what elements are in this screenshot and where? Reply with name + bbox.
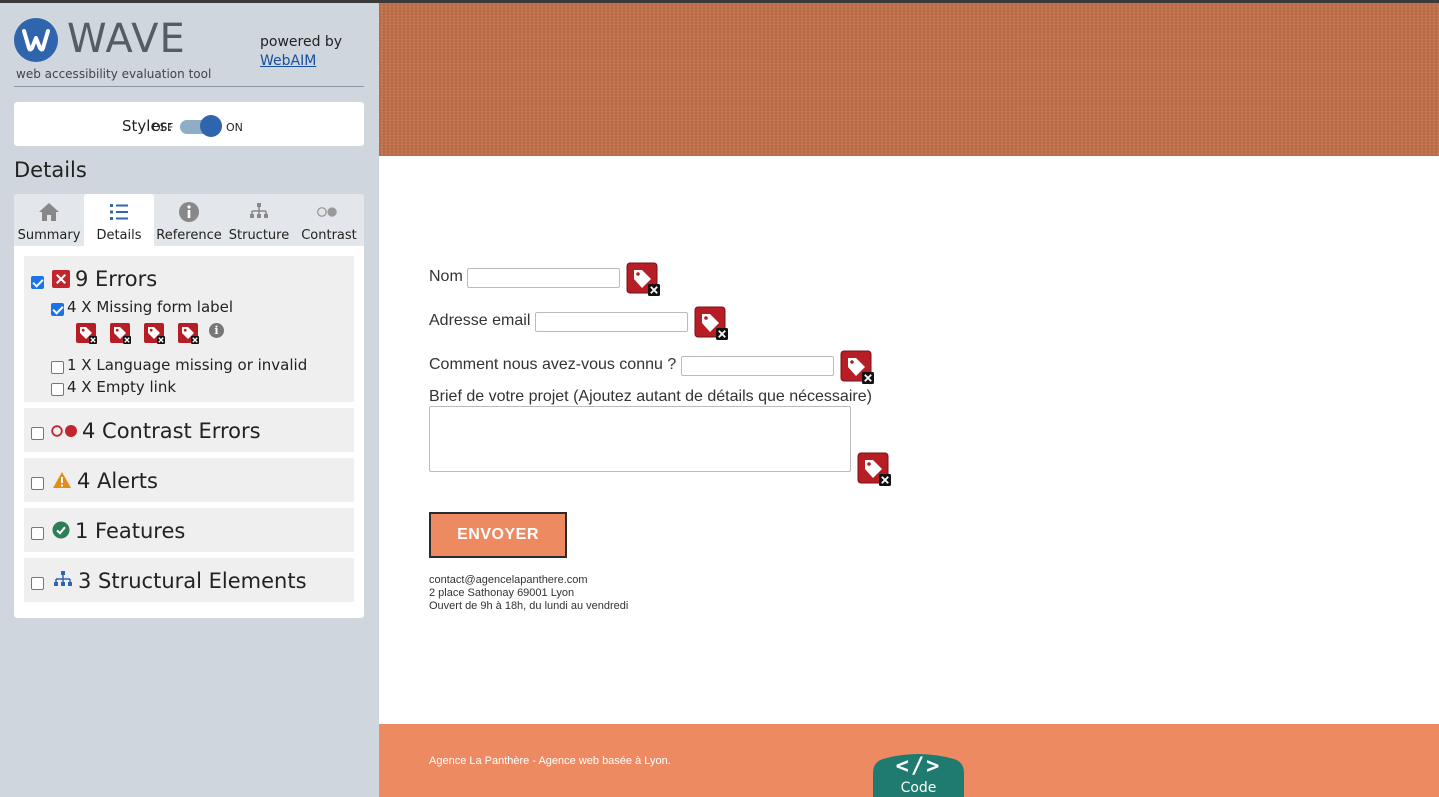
home-icon [39, 203, 59, 221]
page-header-banner [379, 3, 1439, 156]
missing-form-label-checkbox[interactable] [51, 303, 64, 316]
alerts-label: 4 Alerts [77, 469, 158, 493]
window-top-border [0, 0, 1439, 3]
feature-check-icon [52, 521, 70, 539]
code-button-label: Code [900, 780, 937, 796]
missing-label-tag-icon[interactable] [840, 350, 874, 384]
name-input[interactable] [467, 268, 620, 288]
error-icon [52, 270, 70, 288]
wave-subtitle: web accessibility evaluation tool [16, 67, 212, 81]
tab-bar: Summary Details Reference Structure Cont… [14, 194, 364, 246]
wave-logo-icon [14, 18, 58, 62]
styles-toggle-box: Styles: OFF ON [14, 102, 364, 146]
missing-label-tag-icon[interactable] [109, 322, 131, 344]
tab-label: Structure [228, 228, 290, 243]
details-panel: 9 Errors 4 X Missing form label i 1 X La… [14, 246, 364, 618]
features-group: 1 Features [24, 508, 354, 552]
tab-label: Contrast [301, 228, 357, 243]
structure-icon [54, 571, 72, 586]
styles-on-label: ON [226, 121, 243, 134]
code-icon: </> [895, 754, 942, 779]
contact-email: contact@agencelapanthere.com [429, 574, 588, 586]
empty-link-checkbox[interactable] [51, 383, 64, 396]
contact-hours: Ouvert de 9h à 18h, du lundi au vendredi [429, 600, 629, 612]
tab-summary[interactable]: Summary [14, 194, 84, 246]
tab-contrast[interactable]: Contrast [294, 194, 364, 246]
missing-label-tag-icon[interactable] [177, 322, 199, 344]
errors-label: 9 Errors [75, 267, 158, 291]
divider [14, 86, 364, 87]
missing-label-tag-icon[interactable] [857, 452, 891, 486]
contrast-errors-checkbox[interactable] [31, 427, 44, 440]
missing-label-tag-icon[interactable] [626, 262, 660, 296]
contrast-icon [51, 425, 77, 437]
wave-title: WAVE [67, 16, 186, 62]
source-input[interactable] [681, 356, 834, 376]
structural-elements-checkbox[interactable] [31, 577, 44, 590]
contrast-icon [317, 207, 337, 217]
styles-off-label: OFF [152, 121, 174, 134]
tab-details[interactable]: Details [84, 194, 154, 246]
missing-label-tag-icon[interactable] [75, 322, 97, 344]
styles-toggle-knob[interactable] [200, 115, 222, 137]
language-missing-text: 1 X Language missing or invalid [67, 356, 308, 374]
structural-elements-label: 3 Structural Elements [78, 569, 307, 593]
missing-label-tag-icon[interactable] [143, 322, 165, 344]
brief-label: Brief de votre projet (Ajoutez autant de… [429, 388, 872, 405]
list-icon [110, 204, 128, 220]
powered-by: powered by WebAIM [260, 33, 342, 71]
email-input[interactable] [535, 312, 688, 332]
contrast-errors-group: 4 Contrast Errors [24, 408, 354, 452]
powered-by-text: powered by [260, 34, 343, 50]
alerts-group: 4 Alerts [24, 458, 354, 502]
alerts-checkbox[interactable] [31, 477, 44, 490]
errors-checkbox[interactable] [31, 276, 44, 289]
name-label: Nom [429, 268, 463, 285]
wave-sidebar: WAVE web accessibility evaluation tool p… [0, 0, 379, 797]
features-checkbox[interactable] [31, 527, 44, 540]
language-missing-checkbox[interactable] [51, 361, 64, 374]
tab-label: Details [96, 228, 142, 243]
tab-label: Reference [156, 228, 222, 243]
tab-label: Summary [17, 228, 81, 243]
features-label: 1 Features [75, 519, 186, 543]
brief-textarea[interactable] [429, 406, 851, 472]
webaim-link[interactable]: WebAIM [260, 52, 342, 71]
tab-reference[interactable]: Reference [154, 194, 224, 246]
missing-form-label-text: 4 X Missing form label [67, 298, 234, 316]
empty-link-text: 4 X Empty link [67, 378, 177, 396]
contact-address: 2 place Sathonay 69001 Lyon [429, 587, 575, 599]
errors-group: 9 Errors 4 X Missing form label i 1 X La… [24, 256, 354, 402]
alert-icon [53, 472, 71, 488]
contrast-errors-label: 4 Contrast Errors [82, 419, 261, 443]
contact-info: contact@agencelapanthere.com 2 place Sat… [429, 574, 628, 613]
structural-elements-group: 3 Structural Elements [24, 558, 354, 602]
missing-label-tag-icon[interactable] [694, 306, 728, 340]
footer-text: Agence La Panthère - Agence web basée à … [429, 755, 671, 767]
tab-structure[interactable]: Structure [224, 194, 294, 246]
send-button[interactable]: ENVOYER [429, 512, 567, 558]
structure-icon [250, 203, 268, 218]
details-heading: Details [14, 158, 87, 182]
source-label: Comment nous avez-vous connu ? [429, 356, 677, 373]
email-label: Adresse email [429, 312, 531, 329]
info-icon [179, 202, 199, 222]
info-icon[interactable]: i [209, 323, 224, 338]
